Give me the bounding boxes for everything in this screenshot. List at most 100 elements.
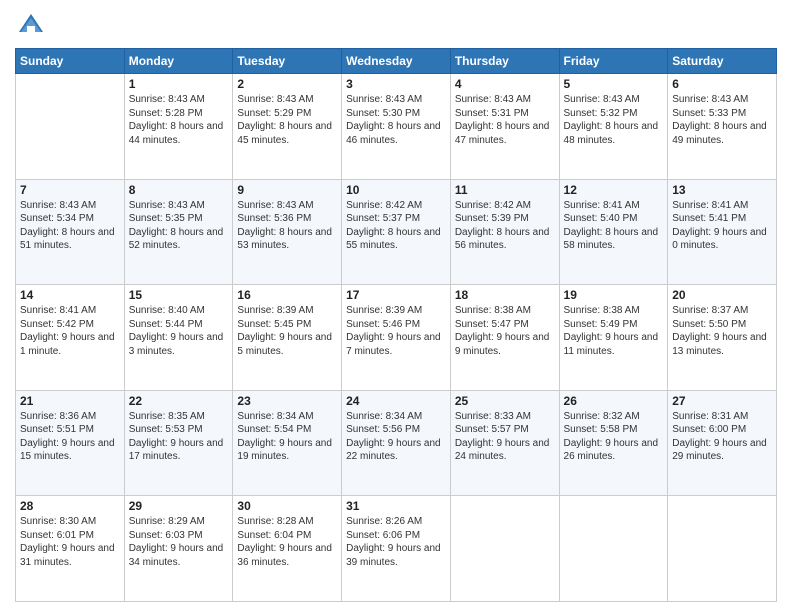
day-number: 23 [237, 394, 337, 408]
day-number: 5 [564, 77, 664, 91]
cell-info: Sunrise: 8:26 AMSunset: 6:06 PMDaylight:… [346, 516, 441, 568]
calendar-cell [16, 74, 125, 180]
cell-info: Sunrise: 8:41 AMSunset: 5:40 PMDaylight:… [564, 200, 659, 252]
calendar-cell: 27 Sunrise: 8:31 AMSunset: 6:00 PMDayligh… [668, 390, 777, 496]
cell-info: Sunrise: 8:42 AMSunset: 5:39 PMDaylight:… [455, 200, 550, 252]
cell-info: Sunrise: 8:39 AMSunset: 5:46 PMDaylight:… [346, 305, 441, 357]
column-header-saturday: Saturday [668, 49, 777, 74]
day-number: 9 [237, 183, 337, 197]
day-number: 3 [346, 77, 446, 91]
calendar-cell: 13 Sunrise: 8:41 AMSunset: 5:41 PMDayligh… [668, 179, 777, 285]
cell-info: Sunrise: 8:43 AMSunset: 5:33 PMDaylight:… [672, 94, 767, 146]
cell-info: Sunrise: 8:34 AMSunset: 5:56 PMDaylight:… [346, 411, 441, 463]
cell-info: Sunrise: 8:28 AMSunset: 6:04 PMDaylight:… [237, 516, 332, 568]
cell-info: Sunrise: 8:41 AMSunset: 5:42 PMDaylight:… [20, 305, 115, 357]
day-number: 12 [564, 183, 664, 197]
calendar-cell: 14 Sunrise: 8:41 AMSunset: 5:42 PMDayligh… [16, 285, 125, 391]
cell-info: Sunrise: 8:32 AMSunset: 5:58 PMDaylight:… [564, 411, 659, 463]
day-number: 14 [20, 288, 120, 302]
header [15, 10, 777, 40]
page: SundayMondayTuesdayWednesdayThursdayFrid… [0, 0, 792, 612]
calendar-cell: 16Sunrise: 8:39 AMSunset: 5:45 PMDayligh… [233, 285, 342, 391]
day-number: 6 [672, 77, 772, 91]
day-number: 26 [564, 394, 664, 408]
day-number: 24 [346, 394, 446, 408]
calendar-week-row: 14 Sunrise: 8:41 AMSunset: 5:42 PMDayligh… [16, 285, 777, 391]
cell-info: Sunrise: 8:43 AMSunset: 5:30 PMDaylight:… [346, 94, 441, 146]
calendar-cell: 15Sunrise: 8:40 AMSunset: 5:44 PMDayligh… [124, 285, 233, 391]
calendar-week-row: 1Sunrise: 8:43 AMSunset: 5:28 PMDaylight… [16, 74, 777, 180]
calendar-week-row: 21 Sunrise: 8:36 AMSunset: 5:51 PMDayligh… [16, 390, 777, 496]
calendar-week-row: 7 Sunrise: 8:43 AMSunset: 5:34 PMDaylight… [16, 179, 777, 285]
day-number: 21 [20, 394, 120, 408]
cell-info: Sunrise: 8:43 AMSunset: 5:35 PMDaylight:… [129, 200, 224, 252]
day-number: 8 [129, 183, 229, 197]
cell-info: Sunrise: 8:43 AMSunset: 5:34 PMDaylight:… [20, 200, 115, 252]
column-header-tuesday: Tuesday [233, 49, 342, 74]
cell-info: Sunrise: 8:40 AMSunset: 5:44 PMDaylight:… [129, 305, 224, 357]
calendar-header-row: SundayMondayTuesdayWednesdayThursdayFrid… [16, 49, 777, 74]
day-number: 20 [672, 288, 772, 302]
day-number: 19 [564, 288, 664, 302]
calendar-cell: 25 Sunrise: 8:33 AMSunset: 5:57 PMDayligh… [450, 390, 559, 496]
cell-info: Sunrise: 8:38 AMSunset: 5:49 PMDaylight:… [564, 305, 659, 357]
day-number: 2 [237, 77, 337, 91]
calendar-cell: 29 Sunrise: 8:29 AMSunset: 6:03 PMDayligh… [124, 496, 233, 602]
day-number: 4 [455, 77, 555, 91]
calendar-table: SundayMondayTuesdayWednesdayThursdayFrid… [15, 48, 777, 602]
cell-info: Sunrise: 8:38 AMSunset: 5:47 PMDaylight:… [455, 305, 550, 357]
day-number: 1 [129, 77, 229, 91]
calendar-cell: 7 Sunrise: 8:43 AMSunset: 5:34 PMDaylight… [16, 179, 125, 285]
calendar-cell: 4 Sunrise: 8:43 AMSunset: 5:31 PMDaylight… [450, 74, 559, 180]
calendar-cell: 30Sunrise: 8:28 AMSunset: 6:04 PMDayligh… [233, 496, 342, 602]
cell-info: Sunrise: 8:41 AMSunset: 5:41 PMDaylight:… [672, 200, 767, 252]
day-number: 17 [346, 288, 446, 302]
day-number: 13 [672, 183, 772, 197]
calendar-week-row: 28 Sunrise: 8:30 AMSunset: 6:01 PMDayligh… [16, 496, 777, 602]
day-number: 29 [129, 499, 229, 513]
day-number: 27 [672, 394, 772, 408]
day-number: 7 [20, 183, 120, 197]
calendar-cell: 11Sunrise: 8:42 AMSunset: 5:39 PMDayligh… [450, 179, 559, 285]
calendar-cell: 17 Sunrise: 8:39 AMSunset: 5:46 PMDayligh… [342, 285, 451, 391]
cell-info: Sunrise: 8:39 AMSunset: 5:45 PMDaylight:… [237, 305, 332, 357]
cell-info: Sunrise: 8:31 AMSunset: 6:00 PMDaylight:… [672, 411, 767, 463]
calendar-cell: 24 Sunrise: 8:34 AMSunset: 5:56 PMDayligh… [342, 390, 451, 496]
column-header-friday: Friday [559, 49, 668, 74]
cell-info: Sunrise: 8:43 AMSunset: 5:31 PMDaylight:… [455, 94, 550, 146]
calendar-cell: 1Sunrise: 8:43 AMSunset: 5:28 PMDaylight… [124, 74, 233, 180]
calendar-cell: 23 Sunrise: 8:34 AMSunset: 5:54 PMDayligh… [233, 390, 342, 496]
column-header-sunday: Sunday [16, 49, 125, 74]
calendar-cell: 28 Sunrise: 8:30 AMSunset: 6:01 PMDayligh… [16, 496, 125, 602]
calendar-cell: 9 Sunrise: 8:43 AMSunset: 5:36 PMDaylight… [233, 179, 342, 285]
cell-info: Sunrise: 8:35 AMSunset: 5:53 PMDaylight:… [129, 411, 224, 463]
day-number: 18 [455, 288, 555, 302]
cell-info: Sunrise: 8:33 AMSunset: 5:57 PMDaylight:… [455, 411, 550, 463]
day-number: 25 [455, 394, 555, 408]
logo-icon [17, 12, 45, 40]
cell-info: Sunrise: 8:30 AMSunset: 6:01 PMDaylight:… [20, 516, 115, 568]
calendar-cell: 3 Sunrise: 8:43 AMSunset: 5:30 PMDaylight… [342, 74, 451, 180]
column-header-monday: Monday [124, 49, 233, 74]
column-header-wednesday: Wednesday [342, 49, 451, 74]
calendar-cell [450, 496, 559, 602]
calendar-cell: 19 Sunrise: 8:38 AMSunset: 5:49 PMDayligh… [559, 285, 668, 391]
calendar-cell [668, 496, 777, 602]
day-number: 31 [346, 499, 446, 513]
day-number: 22 [129, 394, 229, 408]
cell-info: Sunrise: 8:37 AMSunset: 5:50 PMDaylight:… [672, 305, 767, 357]
calendar-cell: 5Sunrise: 8:43 AMSunset: 5:32 PMDaylight… [559, 74, 668, 180]
calendar-cell: 18 Sunrise: 8:38 AMSunset: 5:47 PMDayligh… [450, 285, 559, 391]
day-number: 10 [346, 183, 446, 197]
column-header-thursday: Thursday [450, 49, 559, 74]
cell-info: Sunrise: 8:29 AMSunset: 6:03 PMDaylight:… [129, 516, 224, 568]
calendar-cell: 21 Sunrise: 8:36 AMSunset: 5:51 PMDayligh… [16, 390, 125, 496]
cell-info: Sunrise: 8:34 AMSunset: 5:54 PMDaylight:… [237, 411, 332, 463]
cell-info: Sunrise: 8:36 AMSunset: 5:51 PMDaylight:… [20, 411, 115, 463]
cell-info: Sunrise: 8:43 AMSunset: 5:36 PMDaylight:… [237, 200, 332, 252]
cell-info: Sunrise: 8:43 AMSunset: 5:29 PMDaylight:… [237, 94, 332, 146]
calendar-cell: 22 Sunrise: 8:35 AMSunset: 5:53 PMDayligh… [124, 390, 233, 496]
day-number: 28 [20, 499, 120, 513]
cell-info: Sunrise: 8:42 AMSunset: 5:37 PMDaylight:… [346, 200, 441, 252]
calendar-cell: 8 Sunrise: 8:43 AMSunset: 5:35 PMDaylight… [124, 179, 233, 285]
